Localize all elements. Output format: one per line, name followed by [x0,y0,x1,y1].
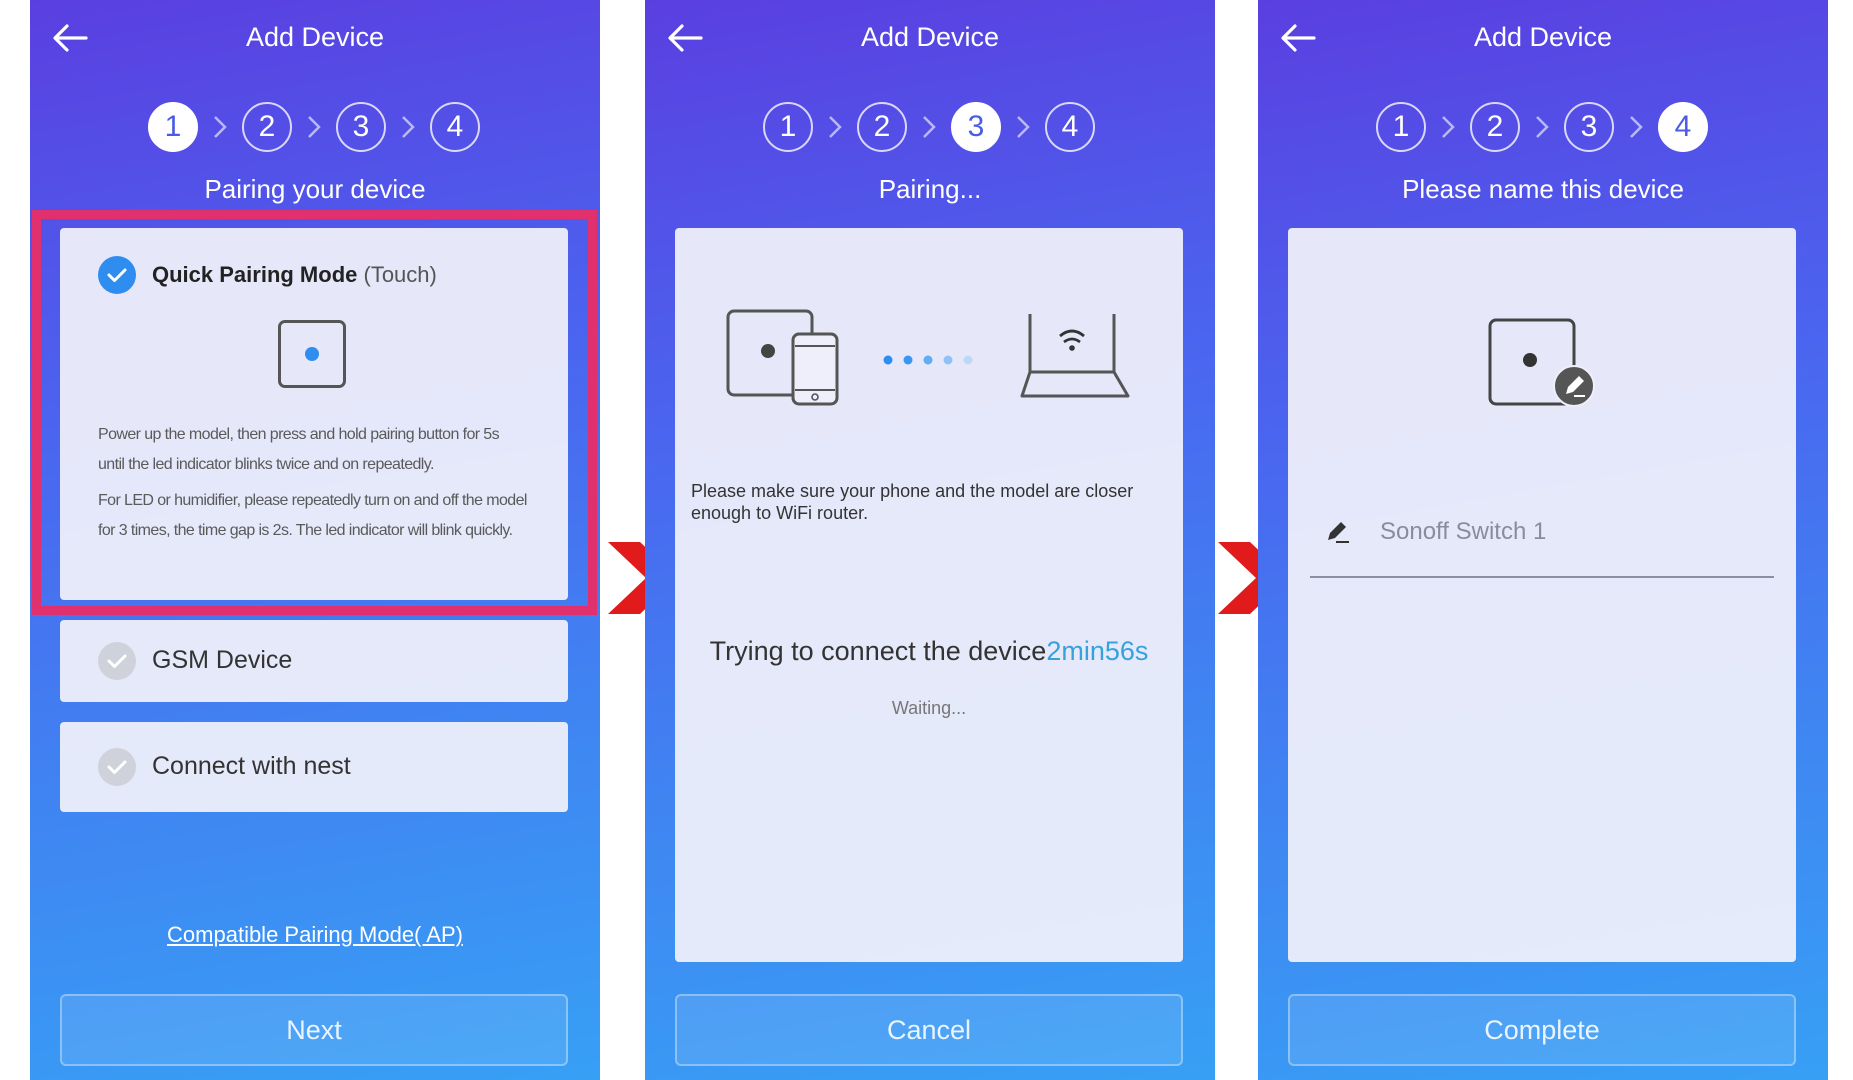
step-2: 2 [242,102,292,152]
name-device-card: Sonoff Switch 1 [1288,228,1796,962]
closer-hint: Please make sure your phone and the mode… [691,481,1134,523]
step-2: 2 [1470,102,1520,152]
highlight-frame [32,210,597,615]
top-bar: Add Device [1258,0,1828,76]
chevron-right-icon [1442,116,1455,138]
page-title: Add Device [1473,22,1613,52]
step-2: 2 [857,102,907,152]
checkmark-icon [98,642,136,680]
checkmark-icon [98,748,136,786]
pencil-icon [1328,522,1349,543]
chevron-right-icon [1630,116,1643,138]
step-indicator: 1 2 3 4 [1258,102,1828,156]
step-3: 3 [1564,102,1614,152]
device-phone-icon [726,309,839,406]
chevron-right-icon [1536,116,1549,138]
step-indicator: 1 2 3 4 [645,102,1215,156]
countdown-timer: 2min56s [1046,636,1149,666]
option-gsm-device[interactable]: GSM Device [60,620,568,702]
chevron-right-icon [214,116,227,138]
complete-button[interactable]: Complete [1288,994,1796,1066]
page-title: Add Device [860,22,1000,52]
chevron-right-icon [1017,116,1030,138]
waiting-text: Waiting... [891,698,967,718]
cancel-button[interactable]: Cancel [675,994,1183,1066]
step-indicator: 1 2 3 4 [30,102,600,156]
next-button[interactable]: Next [60,994,568,1066]
page-title: Add Device [245,22,385,52]
chevron-right-icon [829,116,842,138]
pairing-card: Please make sure your phone and the mode… [675,228,1183,962]
screen-name-device: Add Device 1 2 3 4 Please name this devi… [1258,0,1828,1080]
option-connect-nest[interactable]: Connect with nest [60,722,568,812]
step-4: 4 [1045,102,1095,152]
step-4: 4 [430,102,480,152]
step-subtitle: Pairing your device [204,174,426,204]
top-bar: Add Device [30,0,600,76]
chevron-right-icon [402,116,415,138]
status-text: Trying to connect the device [709,636,1047,666]
device-name-field[interactable]: Sonoff Switch 1 [1310,500,1774,578]
step-subtitle: Please name this device [1402,174,1684,204]
option-label: GSM Device [152,646,293,674]
wifi-router-icon [1020,314,1130,398]
connection-status: Trying to connect the device2min56s [675,636,1183,667]
step-1: 1 [1376,102,1426,152]
top-bar: Add Device [645,0,1215,76]
compatible-pairing-link[interactable]: Compatible Pairing Mode( AP) [30,922,600,948]
step-4: 4 [1658,102,1708,152]
connecting-dots-icon [883,355,973,365]
chevron-right-icon [308,116,321,138]
step-3: 3 [336,102,386,152]
step-1: 1 [763,102,813,152]
chevron-right-icon [923,116,936,138]
step-1: 1 [148,102,198,152]
device-name-input[interactable]: Sonoff Switch 1 [1380,518,1546,546]
option-label: Connect with nest [152,752,351,780]
step-subtitle: Pairing... [878,174,982,204]
step-3: 3 [951,102,1001,152]
device-edit-icon [1488,318,1595,407]
screen-pairing-progress: Add Device 1 2 3 4 Pairing... Please mak… [645,0,1215,1080]
